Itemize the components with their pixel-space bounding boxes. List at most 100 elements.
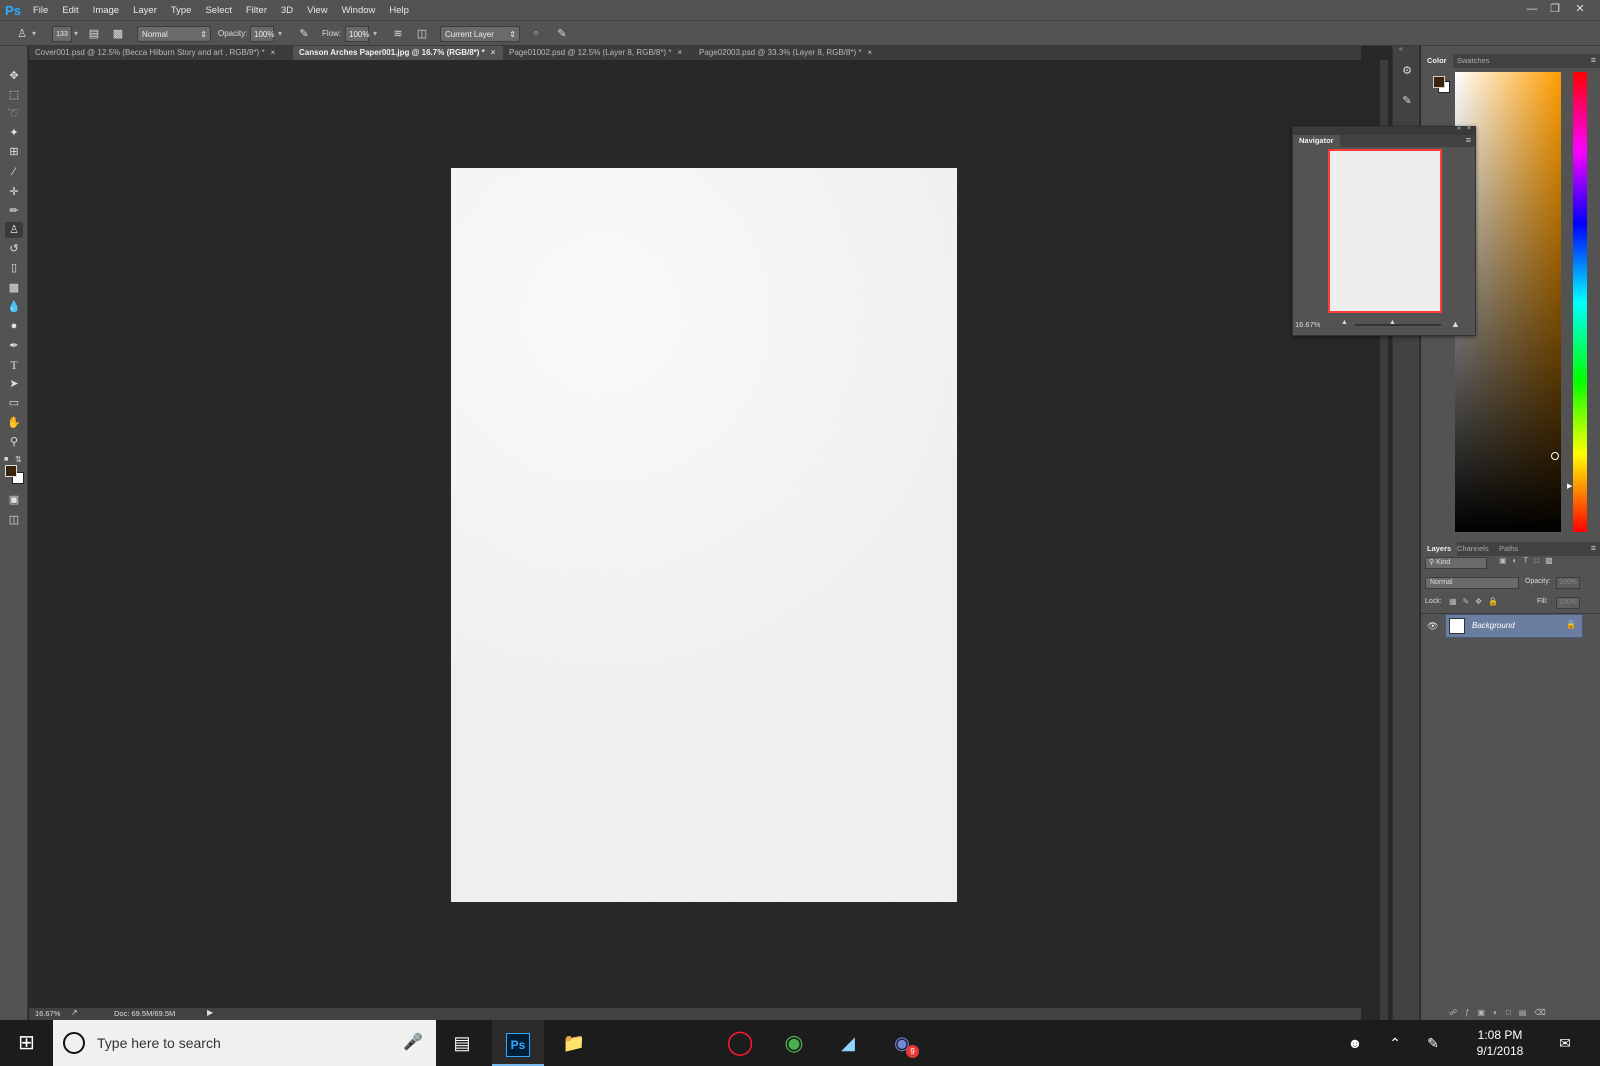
opacity-dropdown-icon[interactable]: ▾ bbox=[278, 26, 282, 42]
panel-menu-icon[interactable]: ≡ bbox=[1591, 55, 1596, 65]
brush-tool-icon[interactable]: ✏ bbox=[5, 203, 23, 219]
pressure-opacity-icon[interactable]: ✎ bbox=[296, 26, 312, 42]
menu-layer[interactable]: Layer bbox=[126, 5, 164, 16]
opera-browser-icon[interactable]: ◯ bbox=[714, 1020, 766, 1066]
sketch-app-icon[interactable]: ◢ bbox=[822, 1020, 874, 1066]
close-tab-icon[interactable]: × bbox=[677, 46, 682, 60]
menu-3d[interactable]: 3D bbox=[274, 5, 300, 16]
navigator-titlebar[interactable]: « × bbox=[1293, 125, 1475, 135]
healing-brush-tool-icon[interactable]: ✛ bbox=[5, 184, 23, 200]
zoom-slider-thumb-icon[interactable]: ▲ bbox=[1389, 319, 1396, 326]
hue-slider[interactable]: ▶ bbox=[1567, 72, 1587, 532]
tab-cover001[interactable]: Cover001.psd @ 12.5% (Becca Hilburn Stor… bbox=[29, 46, 294, 60]
tab-page01002[interactable]: Page01002.psd @ 12.5% (Layer 8, RGB/8*) … bbox=[503, 46, 693, 60]
dodge-tool-icon[interactable]: ● bbox=[5, 318, 23, 334]
tab-page02003[interactable]: Page02003.psd @ 33.3% (Layer 8, RGB/8*) … bbox=[693, 46, 893, 60]
screen-mode-icon[interactable]: ◫ bbox=[5, 512, 23, 528]
action-center-icon[interactable]: ✉ bbox=[1550, 1020, 1580, 1066]
lasso-tool-icon[interactable]: ➰ bbox=[5, 106, 23, 122]
pen-workspace-icon[interactable]: ✎ bbox=[1420, 1020, 1446, 1066]
path-select-tool-icon[interactable]: ➤ bbox=[5, 376, 23, 392]
restore-icon[interactable]: ❐ bbox=[1543, 0, 1567, 20]
discord-icon[interactable]: ◉ 9 bbox=[876, 1020, 928, 1066]
photoshop-taskbar-icon[interactable]: Ps bbox=[492, 1020, 544, 1066]
task-view-icon[interactable]: ▤ bbox=[436, 1020, 488, 1066]
default-colors-icon[interactable]: ■ bbox=[4, 456, 12, 464]
layer-blend-mode-select[interactable]: Normal bbox=[1425, 577, 1519, 589]
mode-select[interactable]: Normal ⇕ bbox=[137, 26, 211, 42]
history-brush-tool-icon[interactable]: ↺ bbox=[5, 241, 23, 257]
clock[interactable]: 1:08 PM 9/1/2018 bbox=[1460, 1020, 1540, 1066]
menu-select[interactable]: Select bbox=[198, 5, 238, 16]
ignore-adjustment-icon[interactable]: ⚬ bbox=[528, 26, 544, 42]
close-tab-icon[interactable]: × bbox=[867, 46, 872, 60]
close-icon[interactable]: ✕ bbox=[1568, 0, 1592, 20]
clone-stamp-icon[interactable]: ♙ bbox=[14, 26, 30, 42]
clone-source-icon[interactable]: ⚙ bbox=[1399, 64, 1415, 80]
quick-select-tool-icon[interactable]: ✦ bbox=[5, 125, 23, 141]
crop-tool-icon[interactable]: ⊞ bbox=[5, 144, 23, 160]
zoom-out-icon[interactable]: ▲ bbox=[1341, 319, 1348, 326]
fill-field[interactable]: 100% bbox=[1556, 597, 1580, 609]
zoom-level[interactable]: 16.67% bbox=[35, 1009, 60, 1018]
menu-help[interactable]: Help bbox=[382, 5, 416, 16]
menu-filter[interactable]: Filter bbox=[239, 5, 274, 16]
zoom-tool-icon[interactable]: ⚲ bbox=[5, 434, 23, 450]
zoom-slider[interactable] bbox=[1355, 324, 1441, 326]
windows-start-icon[interactable]: ⊞ bbox=[0, 1020, 53, 1066]
tab-swatches[interactable]: Swatches bbox=[1451, 54, 1496, 68]
brush-dropdown-icon[interactable]: ▾ bbox=[74, 26, 78, 42]
tab-paths[interactable]: Paths bbox=[1493, 542, 1524, 556]
layer-filter-icons[interactable]: ▣◐T□▩ bbox=[1499, 556, 1559, 565]
close-tab-icon[interactable]: × bbox=[271, 46, 276, 60]
rectangle-tool-icon[interactable]: ▭ bbox=[5, 395, 23, 411]
document-canvas[interactable] bbox=[451, 168, 957, 902]
aligned-icon[interactable]: ◫ bbox=[414, 26, 430, 42]
hand-tool-icon[interactable]: ✋ bbox=[5, 415, 23, 431]
brush-size[interactable]: 133 bbox=[52, 26, 72, 42]
status-menu-arrow-icon[interactable]: ▶ bbox=[207, 1008, 213, 1017]
share-icon[interactable]: ↗ bbox=[71, 1008, 78, 1017]
tab-color[interactable]: Color bbox=[1421, 54, 1453, 68]
quick-mask-icon[interactable]: ▣ bbox=[5, 492, 23, 508]
clone-source-panel-icon[interactable]: ▤ bbox=[86, 26, 102, 42]
flow-dropdown-icon[interactable]: ▾ bbox=[373, 26, 377, 42]
brush-presets-icon[interactable]: ✎ bbox=[1399, 94, 1415, 110]
color-picker-marker[interactable] bbox=[1551, 452, 1559, 460]
menu-file[interactable]: File bbox=[26, 5, 55, 16]
taskbar-search-box[interactable]: Type here to search 🎤 bbox=[53, 1020, 436, 1066]
layer-filter-select[interactable]: ⚲ Kind bbox=[1425, 557, 1487, 569]
navigator-zoom-level[interactable]: 16.67% bbox=[1295, 320, 1320, 329]
eyedropper-tool-icon[interactable]: ∕ bbox=[5, 164, 23, 180]
layer-opacity-field[interactable]: 100% bbox=[1556, 577, 1580, 589]
minimize-icon[interactable]: — bbox=[1520, 0, 1544, 20]
swap-colors-icon[interactable]: ⇅ bbox=[15, 455, 22, 464]
move-tool-icon[interactable]: ✥ bbox=[5, 68, 23, 84]
menu-image[interactable]: Image bbox=[86, 5, 126, 16]
eraser-tool-icon[interactable]: ▯ bbox=[5, 260, 23, 276]
menu-type[interactable]: Type bbox=[164, 5, 199, 16]
opacity-field[interactable]: 100% bbox=[250, 26, 274, 42]
flow-field[interactable]: 100% bbox=[345, 26, 369, 42]
airbrush-icon[interactable]: ≋ bbox=[390, 26, 406, 42]
collapse-dock-icon[interactable]: « bbox=[1399, 46, 1403, 53]
menu-edit[interactable]: Edit bbox=[55, 5, 85, 16]
layer-row-background[interactable]: Background 🔒 bbox=[1445, 614, 1583, 638]
chrome-browser-icon[interactable]: ◉ bbox=[768, 1020, 820, 1066]
panel-menu-icon[interactable]: ≡ bbox=[1591, 543, 1596, 553]
tab-navigator[interactable]: Navigator bbox=[1293, 135, 1340, 147]
layer-actions-bar[interactable]: ☍ƒ▣◐□▤⌫ bbox=[1449, 1008, 1554, 1017]
hue-marker-icon[interactable]: ▶ bbox=[1567, 482, 1572, 490]
menu-view[interactable]: View bbox=[300, 5, 334, 16]
brush-panel-icon[interactable]: ▩ bbox=[110, 26, 126, 42]
panel-menu-icon[interactable]: ≡ bbox=[1466, 135, 1471, 145]
zoom-in-icon[interactable]: ▲ bbox=[1451, 319, 1460, 329]
foreground-color-swatch[interactable] bbox=[5, 465, 17, 477]
marquee-tool-icon[interactable]: ⬚ bbox=[5, 87, 23, 103]
tray-chevron-icon[interactable]: ⌃ bbox=[1382, 1020, 1408, 1066]
tool-preset-dropdown-icon[interactable]: ▾ bbox=[32, 26, 36, 42]
menu-window[interactable]: Window bbox=[335, 5, 383, 16]
layer-name[interactable]: Background bbox=[1472, 621, 1515, 630]
gradient-tool-icon[interactable]: ▩ bbox=[5, 280, 23, 296]
lock-options-icons[interactable]: ▦✎✥🔒 bbox=[1449, 597, 1504, 606]
